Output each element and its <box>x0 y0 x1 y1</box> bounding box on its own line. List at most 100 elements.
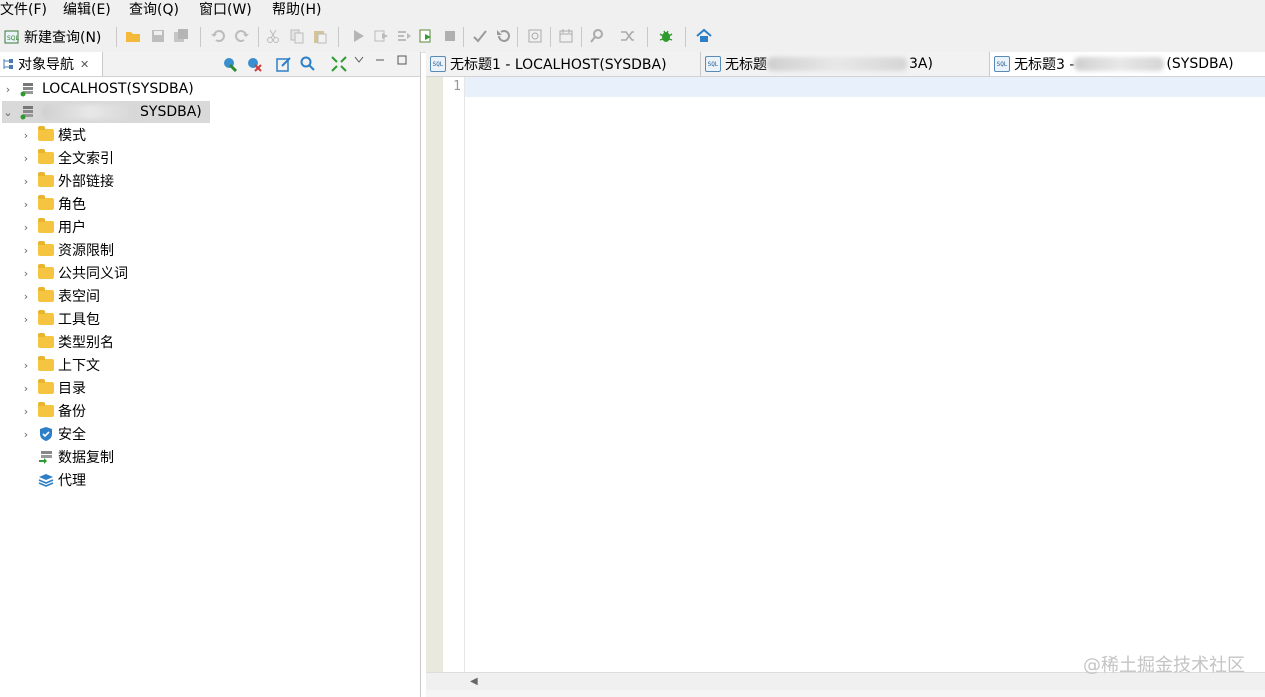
maximize-icon[interactable] <box>396 54 412 70</box>
chevron-right-icon[interactable]: › <box>20 244 32 257</box>
tree-item[interactable]: ›类型别名 <box>20 331 114 353</box>
calendar-icon[interactable] <box>558 28 574 44</box>
cut-icon[interactable] <box>265 28 281 44</box>
folder-icon <box>38 218 54 233</box>
chevron-right-icon[interactable]: › <box>20 129 32 142</box>
tree-item[interactable]: › 工具包 <box>20 308 100 330</box>
copy-icon[interactable] <box>289 28 305 44</box>
tree-item[interactable]: › 角色 <box>20 193 86 215</box>
find-icon[interactable] <box>589 28 605 44</box>
editor-tab-1[interactable]: SQL 无标题1 - LOCALHOST(SYSDBA) <box>426 52 701 76</box>
edit-icon[interactable] <box>276 56 292 72</box>
navigator-tab[interactable]: 对象导航 ✕ <box>0 52 103 76</box>
tree-item[interactable]: › 外部链接 <box>20 170 114 192</box>
chevron-down-icon[interactable]: ⌄ <box>2 106 14 119</box>
execute-file-icon[interactable] <box>418 28 434 44</box>
connection-label: SYSDBA) <box>140 104 202 120</box>
tree-item[interactable]: › 安全 <box>20 423 86 445</box>
stop-icon[interactable] <box>442 28 458 44</box>
tree-item-label: 外部链接 <box>58 174 114 190</box>
chevron-right-icon[interactable]: › <box>20 267 32 280</box>
menu-file[interactable]: 文件(F) <box>0 1 47 19</box>
chevron-right-icon[interactable]: › <box>20 313 32 326</box>
editor-tabbar: SQL 无标题1 - LOCALHOST(SYSDBA) SQL 无标题 3A)… <box>426 52 1265 77</box>
tree-item[interactable]: › 目录 <box>20 377 86 399</box>
redacted-text <box>1074 57 1165 71</box>
sql-editor[interactable]: 1 <box>426 77 1265 672</box>
run-selected-icon[interactable] <box>373 28 389 44</box>
rollback-icon[interactable] <box>495 28 511 44</box>
redo-icon[interactable] <box>234 28 250 44</box>
chevron-right-icon[interactable]: › <box>20 221 32 234</box>
folder-icon <box>38 172 54 187</box>
tree-connection-remote[interactable]: ⌄ SYSDBA) <box>2 101 210 123</box>
tree-item-label: 资源限制 <box>58 243 114 259</box>
layers-icon <box>38 474 54 487</box>
menu-query[interactable]: 查询(Q) <box>129 1 179 19</box>
folder-icon <box>38 379 54 394</box>
main-toolbar: SQL 新建查询(N) <box>0 22 1265 53</box>
run-icon[interactable] <box>350 28 366 44</box>
tree-item[interactable]: › 公共同义词 <box>20 262 128 284</box>
new-query-button[interactable]: SQL 新建查询(N) <box>4 27 101 47</box>
tree-item[interactable]: › 备份 <box>20 400 86 422</box>
chevron-right-icon[interactable]: › <box>20 198 32 211</box>
chevron-right-icon[interactable]: › <box>20 152 32 165</box>
search-icon[interactable] <box>300 56 316 72</box>
undo-icon[interactable] <box>210 28 226 44</box>
chevron-right-icon[interactable]: › <box>20 428 32 441</box>
chevron-right-icon[interactable]: › <box>20 290 32 303</box>
chevron-right-icon[interactable]: › <box>20 359 32 372</box>
navigator-header: 对象导航 ✕ <box>0 52 420 77</box>
minimize-icon[interactable] <box>374 54 390 70</box>
toolbar-separator <box>685 27 686 47</box>
chevron-right-icon[interactable]: › <box>20 175 32 188</box>
home-icon[interactable] <box>696 28 712 44</box>
tree-item[interactable]: ›数据复制 <box>20 446 114 468</box>
tree-item[interactable]: › 表空间 <box>20 285 100 307</box>
folder-icon <box>38 310 54 325</box>
save-all-icon[interactable] <box>173 28 189 44</box>
menu-help[interactable]: 帮助(H) <box>272 1 321 19</box>
tree-item[interactable]: › 上下文 <box>20 354 100 376</box>
format-icon[interactable] <box>619 28 635 44</box>
editor-tab-2[interactable]: SQL 无标题 3A) <box>701 52 990 76</box>
disconnect-icon[interactable] <box>246 56 262 72</box>
editor-tab-suffix: 3A) <box>909 56 933 72</box>
tree-item[interactable]: › 全文索引 <box>20 147 114 169</box>
close-icon[interactable]: ✕ <box>80 58 89 71</box>
menu-bar: 文件(F) 编辑(E) 查询(Q) 窗口(W) 帮助(H) <box>0 0 1265 22</box>
tree-item[interactable]: ›代理 <box>20 469 86 491</box>
open-icon[interactable] <box>125 28 141 44</box>
menu-window[interactable]: 窗口(W) <box>199 1 252 19</box>
object-navigator-pane: 对象导航 ✕ › LOCALHOST(SYSDBA) ⌄ SYSDBA) › 模式… <box>0 52 421 697</box>
view-menu-icon[interactable] <box>353 54 369 70</box>
tree-item[interactable]: › 用户 <box>20 216 86 238</box>
line-number: 1 <box>453 79 461 94</box>
explain-plan-icon[interactable] <box>527 28 543 44</box>
run-script-icon[interactable] <box>396 28 412 44</box>
chevron-right-icon[interactable]: › <box>20 405 32 418</box>
tree-connection-localhost[interactable]: › LOCALHOST(SYSDBA) <box>2 78 194 100</box>
scroll-left-icon[interactable]: ◀ <box>470 676 478 687</box>
toolbar-separator <box>647 27 648 47</box>
editor-tab-suffix: (SYSDBA) <box>1166 56 1234 72</box>
watermark: @稀土掘金技术社区 <box>1083 655 1245 676</box>
chevron-right-icon[interactable]: › <box>20 382 32 395</box>
chevron-right-icon[interactable]: › <box>2 83 14 96</box>
paste-icon[interactable] <box>312 28 328 44</box>
tree-item[interactable]: › 模式 <box>20 124 86 146</box>
editor-bottom-bar <box>426 690 1265 697</box>
commit-icon[interactable] <box>472 28 488 44</box>
connect-icon[interactable] <box>222 56 238 73</box>
tree-item[interactable]: › 资源限制 <box>20 239 114 261</box>
debug-icon[interactable] <box>658 28 674 44</box>
editor-tab-3[interactable]: SQL 无标题3 - (SYSDBA) <box>990 52 1265 76</box>
save-icon[interactable] <box>150 28 166 44</box>
current-line-highlight <box>465 77 1265 97</box>
expand-all-icon[interactable] <box>331 56 347 72</box>
toolbar-separator <box>581 27 582 47</box>
sql-file-icon: SQL <box>994 56 1010 72</box>
sql-file-icon: SQL <box>430 56 446 72</box>
menu-edit[interactable]: 编辑(E) <box>63 1 111 19</box>
